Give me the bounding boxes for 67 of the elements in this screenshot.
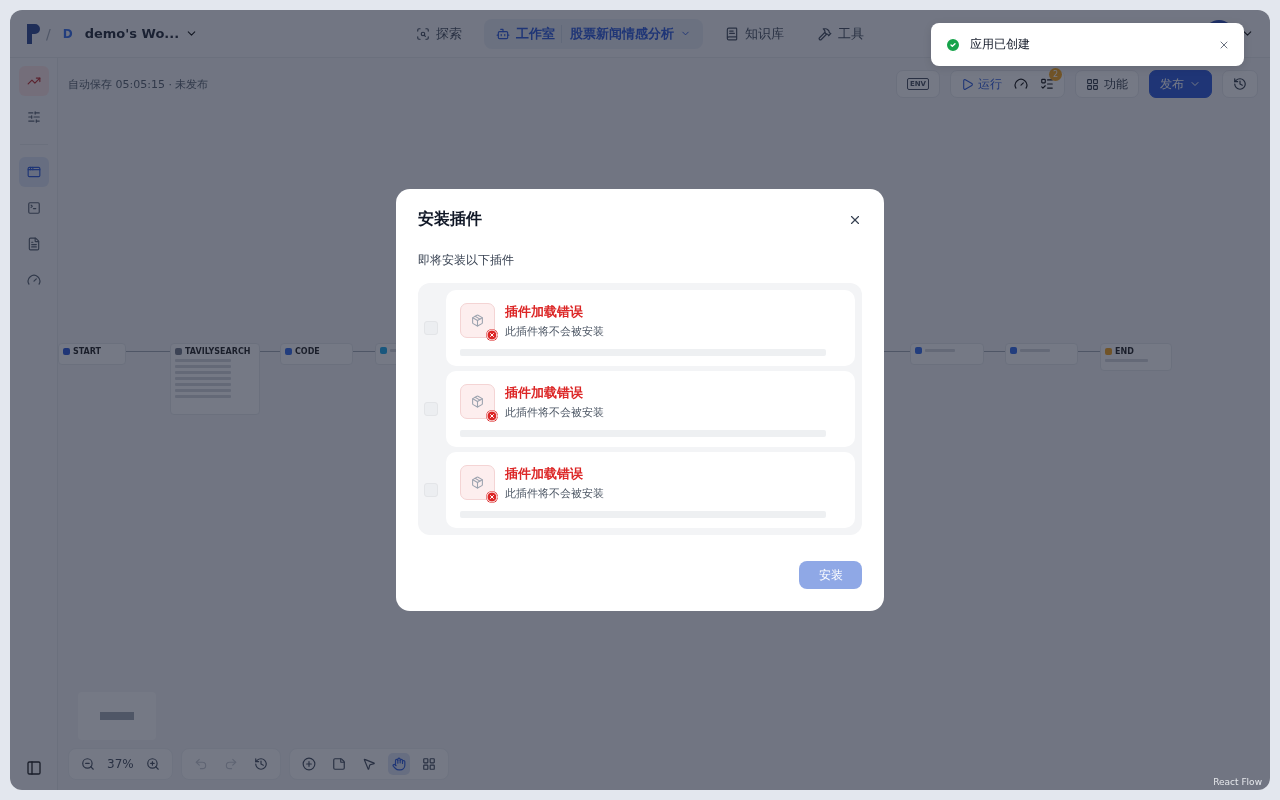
workflow-node[interactable] (1005, 343, 1078, 365)
plugin-description: 此插件将不会被安装 (505, 486, 604, 501)
toast-message: 应用已创建 (970, 36, 1031, 53)
nav-tab[interactable]: 知识库 (713, 18, 796, 49)
node-title: END (1115, 347, 1134, 356)
history-icon (1233, 77, 1247, 91)
publish-button[interactable]: 发布 (1149, 70, 1212, 98)
node-title: START (73, 347, 102, 356)
run-button[interactable]: 运行 (961, 75, 1002, 93)
workflow-node[interactable]: CODE (280, 343, 353, 365)
hand-icon[interactable] (387, 753, 410, 775)
checklist-icon[interactable] (1040, 77, 1054, 91)
sliders-icon (26, 110, 41, 124)
logo-icon (26, 22, 40, 45)
plugin-icon (460, 303, 495, 338)
zoom-level: 37% (107, 757, 134, 771)
history-button[interactable] (1222, 70, 1258, 98)
nav-tab[interactable]: 探索 (404, 18, 474, 49)
success-icon (945, 36, 961, 53)
panel-toggle-icon[interactable] (25, 760, 42, 776)
workflow-node[interactable]: END (1100, 343, 1172, 371)
node-icon (175, 348, 182, 355)
terminal-icon (26, 201, 41, 215)
nav-tab[interactable]: 工具 (806, 18, 876, 49)
node-icon (285, 348, 292, 355)
gauge-icon[interactable] (1014, 77, 1028, 91)
workspace-name[interactable]: demo's Wo... (84, 26, 180, 41)
node-title: TAVILYSEARCH (185, 347, 251, 356)
gauge-icon (26, 273, 41, 287)
workflow-node[interactable]: TAVILYSEARCH (170, 343, 260, 415)
minimap[interactable] (78, 692, 156, 740)
features-button[interactable]: 功能 (1075, 70, 1139, 98)
workspace-initial: D (61, 26, 74, 41)
attribution-text[interactable]: React Flow (1213, 777, 1262, 787)
node-title: CODE (295, 347, 320, 356)
plugin-error-title: 插件加载错误 (505, 384, 584, 402)
play-icon (961, 77, 974, 91)
edge-line (126, 351, 170, 352)
robot-icon (496, 26, 510, 41)
node-icon (1105, 348, 1112, 355)
document-icon (26, 237, 41, 251)
count-badge: 2 (1049, 68, 1062, 81)
autosave-status: 自动保存 05:05:15 · 未发布 (68, 76, 209, 92)
sidebar-item[interactable] (18, 66, 49, 96)
book-icon (725, 26, 739, 41)
hammer-icon (818, 26, 832, 41)
plugin-description: 此插件将不会被安装 (505, 405, 604, 420)
workflow-node[interactable]: START (58, 343, 126, 365)
grid-icon (1086, 77, 1099, 91)
window-icon (26, 165, 41, 179)
breadcrumb-separator: / (46, 25, 51, 42)
dialog-subtitle: 即将安装以下插件 (418, 252, 515, 269)
node-icon (1010, 347, 1017, 354)
dialog-title: 安装插件 (418, 209, 482, 230)
workflow-node[interactable] (910, 343, 984, 365)
app-name[interactable]: 股票新闻情感分析 (561, 24, 674, 43)
node-icon (915, 347, 922, 354)
plugin-description: 此插件将不会被安装 (505, 324, 604, 339)
plugin-error-title: 插件加载错误 (505, 465, 584, 483)
node-icon (63, 348, 70, 355)
plugin-icon (460, 384, 495, 419)
sidebar-item[interactable] (18, 157, 49, 187)
node-icon (380, 347, 387, 354)
nav-tab[interactable]: 工作室 股票新闻情感分析 (484, 18, 703, 49)
plugin-icon (460, 465, 495, 500)
plugin-error-title: 插件加载错误 (505, 303, 584, 321)
search-icon (416, 26, 430, 41)
